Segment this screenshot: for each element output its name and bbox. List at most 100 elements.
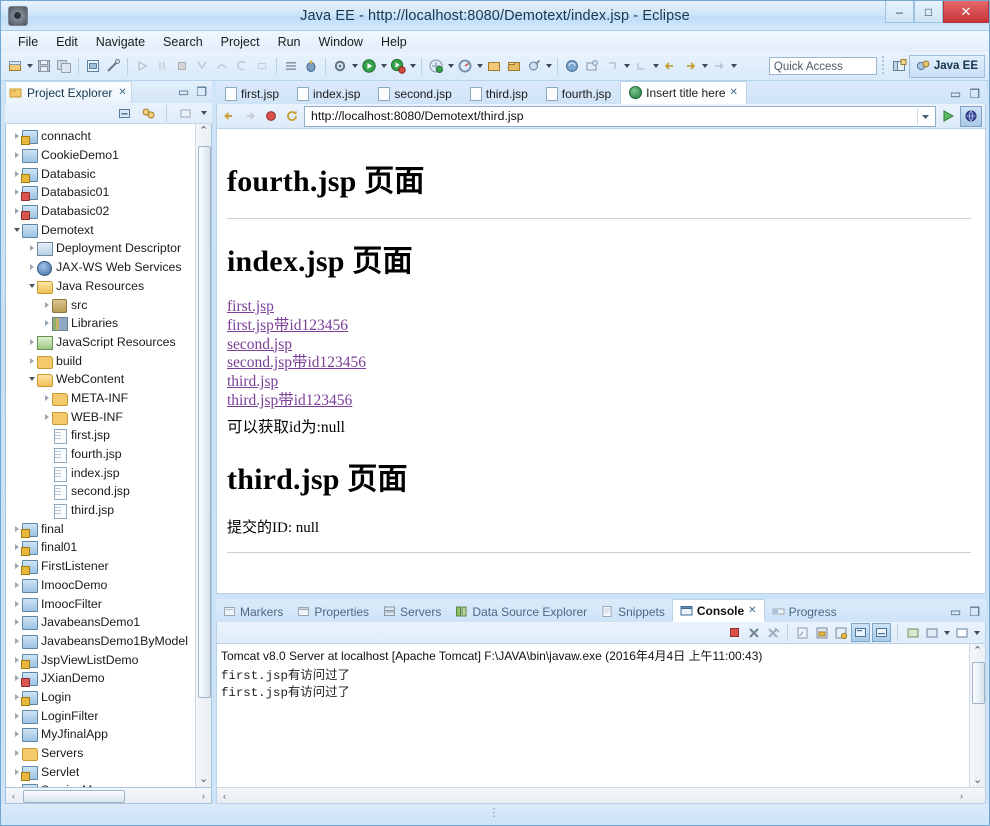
page-link[interactable]: third.jsp <box>227 373 278 392</box>
chevron-right-icon[interactable] <box>26 333 37 351</box>
display-selected-console-icon[interactable] <box>923 624 940 641</box>
remove-all-terminated-icon[interactable] <box>764 624 781 641</box>
tree-item-first-jsp[interactable]: first.jsp <box>6 426 211 445</box>
tree-item-imoocdemo[interactable]: ImoocDemo <box>6 576 211 595</box>
tree-item-final01[interactable]: final01 <box>6 538 211 557</box>
quick-access-input[interactable]: Quick Access <box>768 57 877 75</box>
forward-history-icon[interactable] <box>680 56 700 76</box>
tree-item-web-inf[interactable]: WEB-INF <box>6 407 211 426</box>
close-button[interactable]: ✕ <box>943 1 989 23</box>
tree-item-webcontent[interactable]: WebContent <box>6 370 211 389</box>
tree-item-myjfinalapp[interactable]: MyJfinalApp <box>6 725 211 744</box>
last-edit-dropdown-icon[interactable] <box>729 56 738 76</box>
menu-item-window[interactable]: Window <box>310 33 372 51</box>
open-task-icon[interactable] <box>504 56 524 76</box>
tree-item-fourth-jsp[interactable]: fourth.jsp <box>6 445 211 464</box>
chevron-right-icon[interactable] <box>11 725 22 743</box>
external-tools-dropdown-icon[interactable] <box>350 56 359 76</box>
run-as-server-icon[interactable] <box>426 56 446 76</box>
next-annotation-dropdown-icon[interactable] <box>622 56 631 76</box>
chevron-right-icon[interactable] <box>11 781 22 787</box>
chevron-down-icon[interactable] <box>26 277 37 295</box>
clear-console-icon[interactable] <box>794 624 811 641</box>
tree-item-java-resources[interactable]: Java Resources <box>6 277 211 296</box>
debug-run-icon[interactable] <box>388 56 408 76</box>
tree-item-databasic02[interactable]: Databasic02 <box>6 202 211 221</box>
tree-item-cookiedemo1[interactable]: CookieDemo1 <box>6 146 211 165</box>
open-perspective-icon[interactable] <box>889 56 909 76</box>
back-history-icon[interactable] <box>660 56 680 76</box>
previous-annotation-dropdown-icon[interactable] <box>651 56 660 76</box>
page-link[interactable]: first.jsp <box>227 298 274 317</box>
chevron-down-icon[interactable] <box>917 107 933 125</box>
chevron-right-icon[interactable] <box>41 296 52 314</box>
maximize-icon[interactable]: ❐ <box>196 85 207 99</box>
editor-tab-first-jsp[interactable]: first.jsp <box>216 82 288 104</box>
close-icon[interactable]: ✕ <box>118 87 126 98</box>
chevron-right-icon[interactable] <box>41 408 52 426</box>
show-console-on-error-icon[interactable] <box>872 623 891 642</box>
bottom-tab-markers[interactable]: Markers <box>216 601 290 622</box>
new-dropdown-icon[interactable] <box>25 56 34 76</box>
chevron-right-icon[interactable] <box>26 239 37 257</box>
tree-item-build[interactable]: build <box>6 351 211 370</box>
new-console-view-icon[interactable] <box>953 624 970 641</box>
run-as-server-dropdown-icon[interactable] <box>446 56 455 76</box>
scroll-down-icon[interactable]: ⌄ <box>973 775 982 786</box>
open-console-icon[interactable] <box>904 624 921 641</box>
external-tools-icon[interactable] <box>330 56 350 76</box>
minimize-icon[interactable]: ▭ <box>950 87 961 101</box>
h-scrollbar-thumb[interactable] <box>23 790 125 803</box>
quick-fix-icon[interactable] <box>103 56 123 76</box>
scroll-left-icon[interactable]: ‹ <box>217 791 232 801</box>
tree-item-src[interactable]: src <box>6 295 211 314</box>
open-external-browser-icon[interactable] <box>960 105 982 127</box>
editor-tab-index-jsp[interactable]: index.jsp <box>288 82 369 104</box>
minimize-icon[interactable]: ▭ <box>950 605 961 619</box>
display-console-dropdown-icon[interactable] <box>942 623 951 643</box>
go-play-icon[interactable] <box>939 107 957 125</box>
back-arrow-icon[interactable] <box>220 107 238 125</box>
bottom-tab-servers[interactable]: Servers <box>376 601 448 622</box>
open-type-icon[interactable] <box>484 56 504 76</box>
bottom-tab-snippets[interactable]: Snippets <box>594 601 672 622</box>
minimize-icon[interactable]: ▭ <box>178 85 189 99</box>
chevron-right-icon[interactable] <box>11 632 22 650</box>
profile-icon[interactable] <box>455 56 475 76</box>
console-vertical-scrollbar[interactable]: ⌃ ⌄ <box>969 644 985 788</box>
editor-tab-third-jsp[interactable]: third.jsp <box>461 82 537 104</box>
stop-icon[interactable] <box>262 107 280 125</box>
editor-tab-fourth-jsp[interactable]: fourth.jsp <box>537 82 620 104</box>
close-icon[interactable]: ✕ <box>748 605 756 616</box>
tree-horizontal-scrollbar[interactable]: ‹ › <box>5 788 212 804</box>
scroll-down-icon[interactable]: ⌄ <box>199 774 208 785</box>
annotation-icon[interactable] <box>582 56 602 76</box>
editor-tab-insert-title-here[interactable]: Insert title here ✕ <box>620 81 747 104</box>
tree-item-jspviewlistdemo[interactable]: JspViewListDemo <box>6 650 211 669</box>
link-with-editor-icon[interactable] <box>138 103 158 123</box>
debug-icon[interactable] <box>301 56 321 76</box>
scroll-lock-icon[interactable] <box>813 624 830 641</box>
menu-item-file[interactable]: File <box>9 33 47 51</box>
tree-item-index-jsp[interactable]: index.jsp <box>6 463 211 482</box>
chevron-right-icon[interactable] <box>11 146 22 164</box>
tree-item-demotext[interactable]: Demotext <box>6 220 211 239</box>
tree-item-databasic[interactable]: Databasic <box>6 164 211 183</box>
menu-item-help[interactable]: Help <box>372 33 416 51</box>
collapse-all-icon[interactable] <box>114 103 134 123</box>
terminate-icon[interactable] <box>726 624 743 641</box>
chevron-right-icon[interactable] <box>26 352 37 370</box>
tree-item-servlet[interactable]: Servlet <box>6 762 211 781</box>
chevron-right-icon[interactable] <box>26 258 37 276</box>
chevron-right-icon[interactable] <box>41 389 52 407</box>
tab-project-explorer[interactable]: Project Explorer ✕ <box>5 81 132 103</box>
chevron-right-icon[interactable] <box>11 707 22 725</box>
menu-item-run[interactable]: Run <box>269 33 310 51</box>
tree-item-databasic01[interactable]: Databasic01 <box>6 183 211 202</box>
chevron-right-icon[interactable] <box>41 314 52 332</box>
tree-item-jax-ws-web-services[interactable]: JAX-WS Web Services <box>6 258 211 277</box>
page-link[interactable]: second.jsp带id123456 <box>227 354 366 373</box>
chevron-right-icon[interactable] <box>11 595 22 613</box>
remove-launch-icon[interactable] <box>745 624 762 641</box>
bottom-tab-properties[interactable]: Properties <box>290 601 376 622</box>
